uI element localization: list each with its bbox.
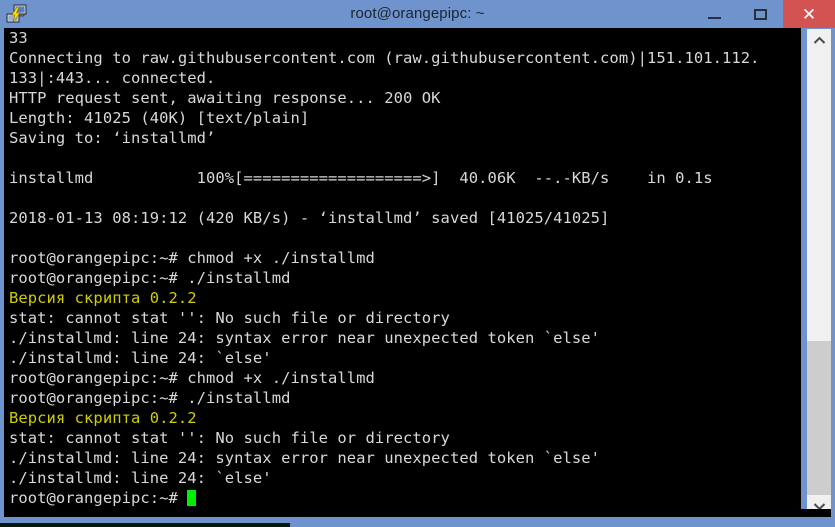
title-bar[interactable]: root@orangepipc: ~ ✕ [0,0,835,28]
terminal-line: root@orangepipc:~# chmod +x ./installmd [9,249,375,267]
scrollbar-up-button[interactable] [807,29,831,51]
scrollbar-track[interactable] [807,51,831,517]
window-bottom-shadow [0,523,290,527]
close-button[interactable]: ✕ [783,0,835,28]
terminal-cursor [187,490,197,506]
terminal-body: 33 Connecting to raw.githubusercontent.co… [0,28,835,518]
window-controls: ✕ [691,0,835,28]
terminal-line: Saving to: ‘installmd’ [9,129,216,147]
terminal-prompt: root@orangepipc:~# [9,489,188,507]
terminal-line: Версия скрипта 0.2.2 [9,409,197,427]
terminal-line: ./installmd: line 24: `else' [9,349,272,367]
terminal-line: ./installmd: line 24: `else' [9,469,272,487]
terminal-line: root@orangepipc:~# chmod +x ./installmd [9,369,375,387]
chevron-up-icon [813,36,825,44]
terminal-line: 133|:443... connected. [9,69,216,87]
terminal-line: 33 [9,29,28,47]
putty-terminal-icon [6,3,28,25]
minimize-button[interactable] [691,0,737,28]
scrollbar-thumb[interactable] [807,341,831,517]
terminal-line: HTTP request sent, awaiting response... … [9,89,441,107]
terminal-line: Length: 41025 (40K) [text/plain] [9,109,310,127]
close-icon: ✕ [801,4,817,24]
terminal-line: 2018-01-13 08:19:12 (420 KB/s) - ‘instal… [9,209,610,227]
maximize-icon [753,8,767,20]
terminal-line: Версия скрипта 0.2.2 [9,289,197,307]
minimize-icon [707,17,721,19]
terminal-prompt-line[interactable]: root@orangepipc:~# [9,488,760,508]
terminal-line: stat: cannot stat '': No such file or di… [9,309,450,327]
maximize-button[interactable] [737,0,783,28]
terminal-bottom-fill [4,509,831,517]
terminal-screen[interactable]: 33 Connecting to raw.githubusercontent.co… [4,28,801,517]
terminal-line: installmd 100%[===================>] 40.… [9,169,713,187]
terminal-line: Connecting to raw.githubusercontent.com … [9,49,760,67]
terminal-line: root@orangepipc:~# ./installmd [9,389,291,407]
terminal-output: 33 Connecting to raw.githubusercontent.co… [9,28,760,508]
terminal-window: root@orangepipc: ~ ✕ 33 Connecting to raw… [0,0,835,527]
terminal-line: root@orangepipc:~# ./installmd [9,269,291,287]
terminal-line: ./installmd: line 24: syntax error near … [9,449,601,467]
terminal-scrollbar[interactable] [807,29,831,517]
terminal-line: ./installmd: line 24: syntax error near … [9,329,601,347]
terminal-line: stat: cannot stat '': No such file or di… [9,429,450,447]
